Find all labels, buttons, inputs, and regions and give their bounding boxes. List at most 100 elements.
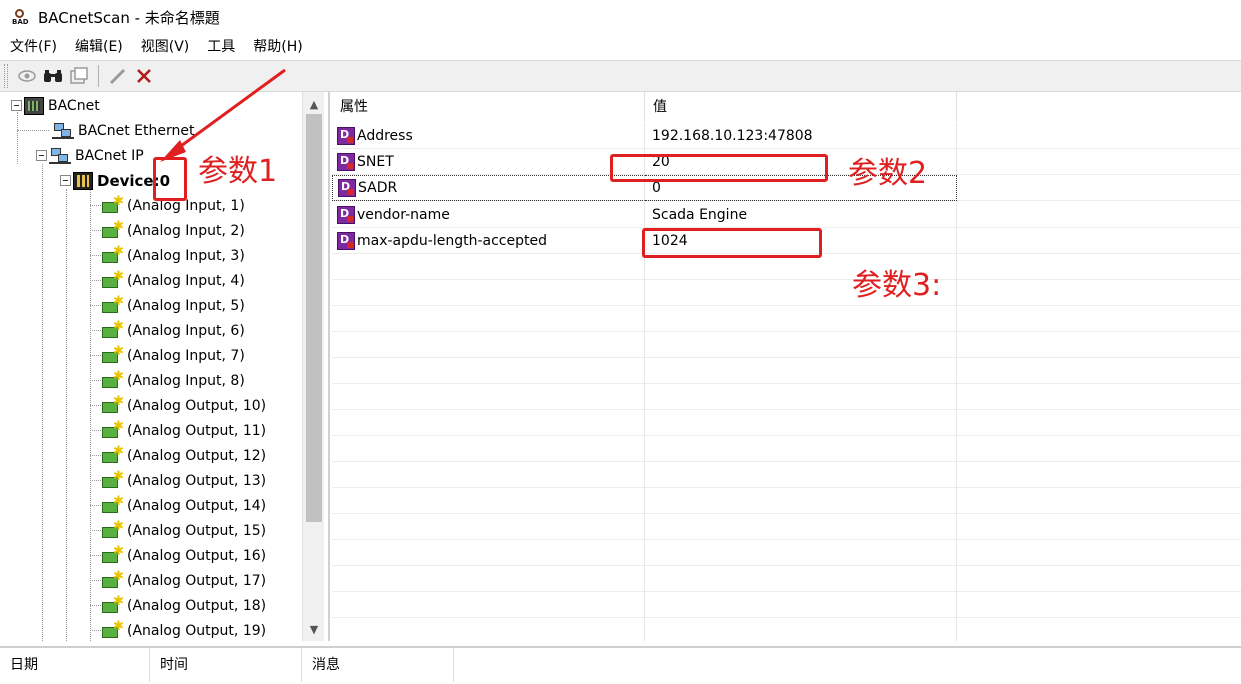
analog-object-icon: ✱ <box>101 444 124 465</box>
collapse-icon[interactable] <box>36 150 47 161</box>
analog-object-icon: ✱ <box>101 619 124 640</box>
menu-edit[interactable]: 编辑(E) <box>66 34 132 60</box>
menu-view[interactable]: 视图(V) <box>132 34 199 60</box>
property-name: max-apdu-length-accepted <box>357 233 547 249</box>
annotation-box-param2 <box>610 154 828 182</box>
table-row[interactable]: vendor-name Scada Engine <box>332 202 1241 228</box>
log-pane: 日期 时间 消息 <box>0 646 1241 684</box>
collapse-icon[interactable] <box>60 175 71 186</box>
column-header-value[interactable]: 值 <box>645 92 957 122</box>
column-header-empty <box>957 92 1241 122</box>
network-root-icon <box>24 96 44 115</box>
tree-label: (Analog Output, 11) <box>127 422 267 439</box>
log-column-time[interactable]: 时间 <box>150 648 302 682</box>
property-icon <box>338 179 356 197</box>
window-title: BACnetScan - 未命名標題 <box>38 8 220 27</box>
tree-label: BACnet <box>48 97 100 114</box>
analog-object-icon: ✱ <box>101 269 124 290</box>
collapse-icon[interactable] <box>11 100 22 111</box>
tree-node-bacnet-ethernet[interactable]: BACnet Ethernet <box>52 118 194 143</box>
tree-label: (Analog Output, 14) <box>127 497 267 514</box>
analog-object-icon: ✱ <box>101 544 124 565</box>
analog-object-icon: ✱ <box>101 319 124 340</box>
property-icon <box>337 206 355 224</box>
tree-node-object[interactable]: ✱ (Analog Output, 19) <box>101 618 266 641</box>
binoculars-icon[interactable] <box>40 64 66 88</box>
analog-object-icon: ✱ <box>101 219 124 240</box>
tree-label: (Analog Output, 17) <box>127 572 267 589</box>
tree-node-object[interactable]: ✱ (Analog Input, 5) <box>101 293 245 318</box>
scroll-thumb[interactable] <box>306 114 322 522</box>
tree-label: (Analog Input, 5) <box>127 297 245 314</box>
empty-row <box>332 306 1241 332</box>
menu-help[interactable]: 帮助(H) <box>244 34 311 60</box>
tree-label: (Analog Output, 18) <box>127 597 267 614</box>
tree-node-object[interactable]: ✱ (Analog Output, 11) <box>101 418 266 443</box>
tree-node-object[interactable]: ✱ (Analog Output, 16) <box>101 543 266 568</box>
log-column-date[interactable]: 日期 <box>0 648 150 682</box>
log-column-message[interactable]: 消息 <box>302 648 454 682</box>
tree-node-object[interactable]: ✱ (Analog Input, 3) <box>101 243 245 268</box>
empty-row <box>332 280 1241 306</box>
tree-label: (Analog Output, 16) <box>127 547 267 564</box>
annotation-label-param3: 参数3: <box>852 268 942 303</box>
eye-icon[interactable] <box>14 64 40 88</box>
annotation-label-param2: 参数2 <box>848 156 928 191</box>
analog-object-icon: ✱ <box>101 294 124 315</box>
empty-row <box>332 514 1241 540</box>
properties-icon[interactable] <box>66 64 92 88</box>
tree-node-object[interactable]: ✱ (Analog Output, 17) <box>101 568 266 593</box>
empty-row <box>332 592 1241 618</box>
property-value: Scada Engine <box>652 207 748 223</box>
table-row[interactable]: Address 192.168.10.123:47808 <box>332 123 1241 149</box>
property-name: SADR <box>358 180 398 196</box>
tree-label: (Analog Output, 15) <box>127 522 267 539</box>
tree-node-object[interactable]: ✱ (Analog Input, 4) <box>101 268 245 293</box>
tree-node-object[interactable]: ✱ (Analog Output, 18) <box>101 593 266 618</box>
property-value: 192.168.10.123:47808 <box>652 128 813 144</box>
tree-node-object[interactable]: ✱ (Analog Input, 7) <box>101 343 245 368</box>
property-icon <box>337 127 355 145</box>
analog-object-icon: ✱ <box>101 494 124 515</box>
toolbar <box>0 60 1241 92</box>
scroll-up-icon[interactable]: ▲ <box>303 94 325 114</box>
analog-object-icon: ✱ <box>101 419 124 440</box>
tree-label: (Analog Output, 12) <box>127 447 267 464</box>
menu-tools[interactable]: 工具 <box>198 34 244 60</box>
bacnetscan-app-icon: BAD <box>12 7 32 27</box>
tree-scrollbar[interactable]: ▲ ▼ <box>302 92 324 641</box>
tree-node-object[interactable]: ✱ (Analog Output, 15) <box>101 518 266 543</box>
analog-object-icon: ✱ <box>101 394 124 415</box>
scroll-down-icon[interactable]: ▼ <box>303 619 325 639</box>
menu-bar: 文件(F) 编辑(E) 视图(V) 工具 帮助(H) <box>0 34 1241 60</box>
pencil-icon[interactable] <box>105 64 131 88</box>
tree-node-object[interactable]: ✱ (Analog Output, 10) <box>101 393 266 418</box>
analog-object-icon: ✱ <box>101 194 124 215</box>
tree-node-object[interactable]: ✱ (Analog Output, 12) <box>101 443 266 468</box>
tree-node-object[interactable]: ✱ (Analog Output, 14) <box>101 493 266 518</box>
analog-object-icon: ✱ <box>101 594 124 615</box>
tree-node-object[interactable]: ✱ (Analog Input, 2) <box>101 218 245 243</box>
empty-row <box>332 358 1241 384</box>
property-icon <box>337 153 355 171</box>
column-header-property[interactable]: 属性 <box>332 92 645 122</box>
empty-row <box>332 436 1241 462</box>
tree-node-bacnet[interactable]: BACnet <box>11 93 100 118</box>
empty-row <box>332 462 1241 488</box>
tree-node-object[interactable]: ✱ (Analog Input, 6) <box>101 318 245 343</box>
tree-node-object[interactable]: ✱ (Analog Input, 8) <box>101 368 245 393</box>
menu-file[interactable]: 文件(F) <box>0 34 66 60</box>
network-icon <box>52 122 74 140</box>
delete-icon[interactable] <box>131 64 157 88</box>
tree-label: BACnet IP <box>75 147 144 164</box>
property-name: vendor-name <box>357 207 450 223</box>
analog-object-icon: ✱ <box>101 369 124 390</box>
tree-node-bacnet-ip[interactable]: BACnet IP <box>36 143 144 168</box>
analog-object-icon: ✱ <box>101 569 124 590</box>
analog-object-icon: ✱ <box>101 344 124 365</box>
network-icon <box>49 147 71 165</box>
tree-node-object[interactable]: ✱ (Analog Output, 13) <box>101 468 266 493</box>
toolbar-grip[interactable] <box>4 64 8 88</box>
empty-row <box>332 488 1241 514</box>
grid-header: 属性 值 <box>332 92 1241 122</box>
